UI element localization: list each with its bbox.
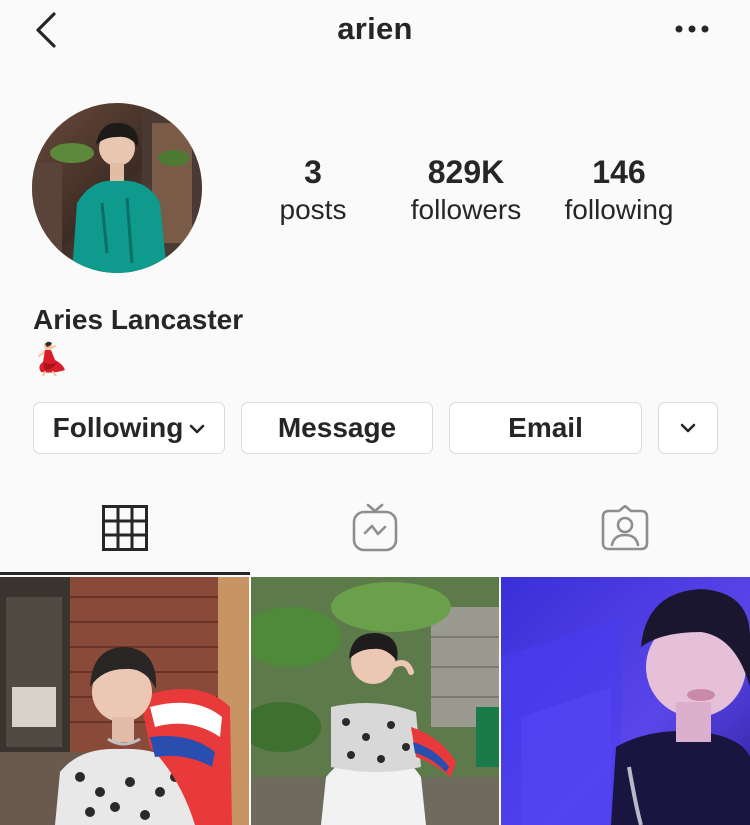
profile-avatar[interactable] [32, 103, 202, 273]
followers-stat[interactable]: 829K followers [400, 152, 532, 228]
post-image [0, 577, 249, 825]
post-thumbnail[interactable] [251, 577, 499, 825]
following-count: 146 [592, 154, 646, 190]
tagged-icon [601, 504, 649, 550]
suggested-accounts-button[interactable] [658, 402, 718, 454]
chevron-down-icon [680, 423, 696, 433]
post-image [501, 577, 750, 825]
email-button-label: Email [508, 412, 583, 443]
igtv-icon [352, 503, 398, 551]
chevron-down-icon [190, 424, 205, 434]
tab-posts-grid[interactable] [0, 480, 250, 575]
grid-icon [102, 504, 148, 551]
profile-username-title: arien [337, 11, 413, 46]
following-button-label: Following [52, 412, 184, 443]
posts-stat[interactable]: 3 posts [262, 152, 364, 228]
message-button[interactable]: Message [241, 402, 433, 454]
active-tab-indicator [0, 572, 250, 575]
email-button[interactable]: Email [449, 402, 642, 454]
profile-full-name: Aries Lancaster [33, 304, 244, 335]
followers-label: followers [410, 194, 522, 225]
post-thumbnail[interactable] [501, 577, 750, 825]
posts-label: posts [279, 194, 347, 225]
tab-igtv[interactable] [250, 480, 500, 575]
tab-tagged[interactable] [500, 480, 750, 575]
message-button-label: Message [277, 412, 397, 443]
avatar-photo [32, 103, 202, 273]
following-stat[interactable]: 146 following [556, 152, 682, 228]
posts-grid [0, 577, 750, 825]
top-bar: arien [0, 0, 750, 60]
profile-tabs [0, 480, 750, 575]
followers-count: 829K [427, 154, 505, 190]
dancer-emoji-icon [33, 340, 73, 377]
following-button[interactable]: Following [33, 402, 225, 454]
more-horizontal-icon [675, 25, 709, 33]
following-label: following [564, 194, 674, 225]
posts-count: 3 [304, 154, 322, 190]
post-image [251, 577, 499, 825]
post-thumbnail[interactable] [0, 577, 249, 825]
more-options-button[interactable] [672, 14, 712, 44]
